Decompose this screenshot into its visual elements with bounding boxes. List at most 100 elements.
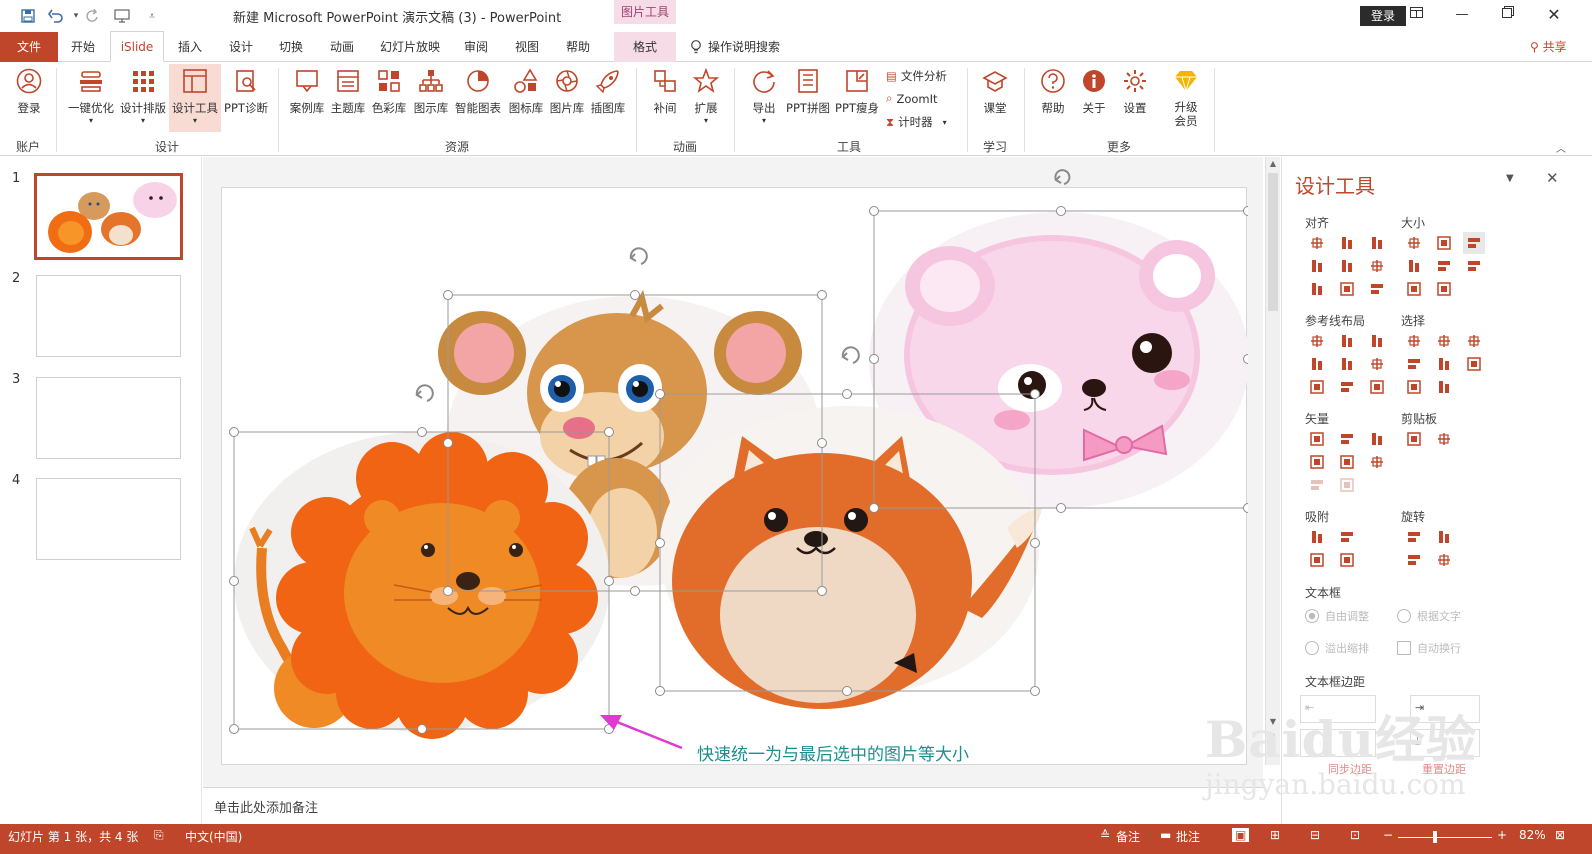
spelling-check-icon[interactable]: ⎘	[154, 828, 164, 843]
tab-help[interactable]: 帮助	[558, 32, 598, 62]
tab-animations[interactable]: 动画	[322, 32, 362, 62]
save-icon[interactable]	[18, 6, 38, 26]
upgrade-member-button[interactable]: 升级 会员	[1164, 66, 1208, 128]
pane-close-icon[interactable]: ✕	[1546, 169, 1559, 187]
help-button[interactable]: 帮助	[1033, 66, 1073, 116]
vector-split-icon[interactable]	[1369, 454, 1385, 470]
cursor-icon[interactable]	[1466, 356, 1482, 372]
guide-vertical-icon[interactable]	[1339, 379, 1355, 395]
account-login-button[interactable]: 登录	[1360, 6, 1406, 26]
overflow-shrink-radio[interactable]: 溢出缩排	[1305, 640, 1369, 656]
align-center-icon[interactable]	[1339, 235, 1355, 251]
guide-horizontal-icon[interactable]	[1309, 379, 1325, 395]
select-same-color-icon[interactable]	[1436, 333, 1452, 349]
course-button[interactable]: 课堂	[975, 66, 1015, 116]
zoom-slider-thumb[interactable]	[1433, 831, 1437, 843]
slide-canvas[interactable]: 快速统一为与最后选中的图片等大小	[221, 187, 1248, 765]
slideshow-view-icon[interactable]: ⊡	[1350, 828, 1360, 842]
align-left-icon[interactable]	[1309, 235, 1325, 251]
stretch-width-icon[interactable]	[1406, 258, 1422, 274]
smart-chart-button[interactable]: 智能图表	[452, 66, 504, 116]
tell-me-search[interactable]: 操作说明搜索	[690, 32, 780, 62]
fit-slide-icon[interactable]	[1369, 281, 1385, 297]
paste-icon[interactable]	[1436, 431, 1452, 447]
about-button[interactable]: 关于	[1074, 66, 1114, 116]
vector-text-icon[interactable]	[1309, 477, 1325, 493]
slide-thumbnail-3[interactable]	[36, 377, 181, 459]
same-size-icon[interactable]	[1463, 232, 1485, 254]
notes-pane[interactable]: 单击此处添加备注	[203, 787, 1263, 824]
ppt-slim-button[interactable]: PPT瘦身	[833, 66, 881, 116]
icon-library-button[interactable]: 图标库	[506, 66, 546, 116]
vertical-scrollbar[interactable]: ▲ ▼ ⇞ ⇟	[1265, 157, 1280, 765]
undo-icon[interactable]	[46, 6, 66, 26]
slide-thumbnail-1[interactable]	[34, 173, 183, 260]
auto-adjust-radio[interactable]: 自由调整	[1305, 608, 1369, 624]
fit-to-window-icon[interactable]: ⊠	[1555, 828, 1565, 842]
theme-library-button[interactable]: 主题库	[328, 66, 368, 116]
rotate-right-icon[interactable]	[1436, 529, 1452, 545]
zoom-slider-track[interactable]	[1398, 837, 1492, 838]
login-button[interactable]: 登录	[8, 66, 50, 116]
vector-combine-icon[interactable]	[1339, 431, 1355, 447]
extend-button[interactable]: 扩展 ▾	[686, 66, 726, 125]
select-intersect-icon[interactable]	[1406, 379, 1422, 395]
timer-button[interactable]: ⧗ 计时器 ▾	[886, 114, 947, 130]
tab-review[interactable]: 审阅	[456, 32, 496, 62]
one-click-optimize-button[interactable]: 一键优化 ▾	[64, 66, 118, 125]
cartoon-fox-image[interactable]	[659, 406, 1042, 709]
crop-bottom-icon[interactable]	[1436, 281, 1452, 297]
flip-vertical-icon[interactable]	[1436, 552, 1452, 568]
share-button[interactable]: ⚲ 共享	[1530, 32, 1567, 62]
tab-format[interactable]: 格式	[614, 32, 676, 62]
customize-qat-icon[interactable]: ⩡	[142, 6, 162, 26]
zoom-out-icon[interactable]: −	[1383, 828, 1393, 842]
restore-icon[interactable]	[1494, 4, 1522, 26]
notes-toggle-label[interactable]: 备注	[1116, 828, 1140, 845]
guide-grid-icon[interactable]	[1369, 379, 1385, 395]
same-height-icon[interactable]	[1436, 235, 1452, 251]
collapse-ribbon-icon[interactable]: ︿	[1556, 140, 1566, 155]
snap-right-icon[interactable]	[1339, 529, 1355, 545]
language-status[interactable]: 中文(中国)	[185, 828, 242, 845]
slide-thumbnail-4[interactable]	[36, 478, 181, 560]
close-icon[interactable]: ✕	[1540, 4, 1568, 26]
copy-icon[interactable]	[1406, 431, 1422, 447]
fit-text-radio[interactable]: 根据文字	[1397, 608, 1461, 624]
normal-view-icon[interactable]: ▣	[1232, 828, 1250, 842]
case-library-button[interactable]: 案例库	[287, 66, 327, 116]
tab-islide[interactable]: iSlide	[110, 31, 164, 62]
zoom-level[interactable]: 82%	[1519, 828, 1546, 842]
align-bottom-icon[interactable]	[1369, 258, 1385, 274]
distribute-horizontal-icon[interactable]	[1309, 281, 1325, 297]
vector-intersect-icon[interactable]	[1309, 454, 1325, 470]
crop-top-icon[interactable]	[1406, 281, 1422, 297]
size-grid-icon[interactable]	[1466, 258, 1482, 274]
select-similar-icon[interactable]	[1406, 333, 1422, 349]
slide-sorter-icon[interactable]: ⊞	[1270, 828, 1280, 842]
reading-view-icon[interactable]: ⊟	[1310, 828, 1320, 842]
comments-icon[interactable]: ▬	[1160, 828, 1171, 842]
scroll-up-icon[interactable]: ▲	[1267, 159, 1279, 171]
guide-middle-icon[interactable]	[1339, 356, 1355, 372]
guide-top-icon[interactable]	[1309, 356, 1325, 372]
tab-design[interactable]: 设计	[221, 32, 261, 62]
cartoon-lion-image[interactable]	[234, 432, 610, 739]
color-library-button[interactable]: 色彩库	[369, 66, 409, 116]
vector-union-icon[interactable]	[1309, 431, 1325, 447]
ppt-diagnose-button[interactable]: PPT诊断	[222, 66, 270, 116]
snap-left-icon[interactable]	[1309, 529, 1325, 545]
presenter-icon[interactable]	[112, 6, 132, 26]
zoomit-button[interactable]: ⌕ ZoomIt	[886, 91, 938, 106]
scroll-thumb[interactable]	[1268, 173, 1278, 311]
design-tools-button[interactable]: 设计工具 ▾	[169, 64, 221, 132]
auto-wrap-checkbox[interactable]: 自动换行	[1397, 640, 1461, 656]
ribbon-display-options-icon[interactable]	[1402, 4, 1430, 26]
diagram-library-button[interactable]: 图示库	[410, 66, 452, 116]
design-layout-button[interactable]: 设计排版 ▾	[118, 66, 168, 125]
tab-file[interactable]: 文件	[0, 32, 58, 62]
guide-right-icon[interactable]	[1369, 333, 1385, 349]
comments-label[interactable]: 批注	[1176, 828, 1200, 845]
stretch-height-icon[interactable]	[1436, 258, 1452, 274]
align-right-icon[interactable]	[1369, 235, 1385, 251]
